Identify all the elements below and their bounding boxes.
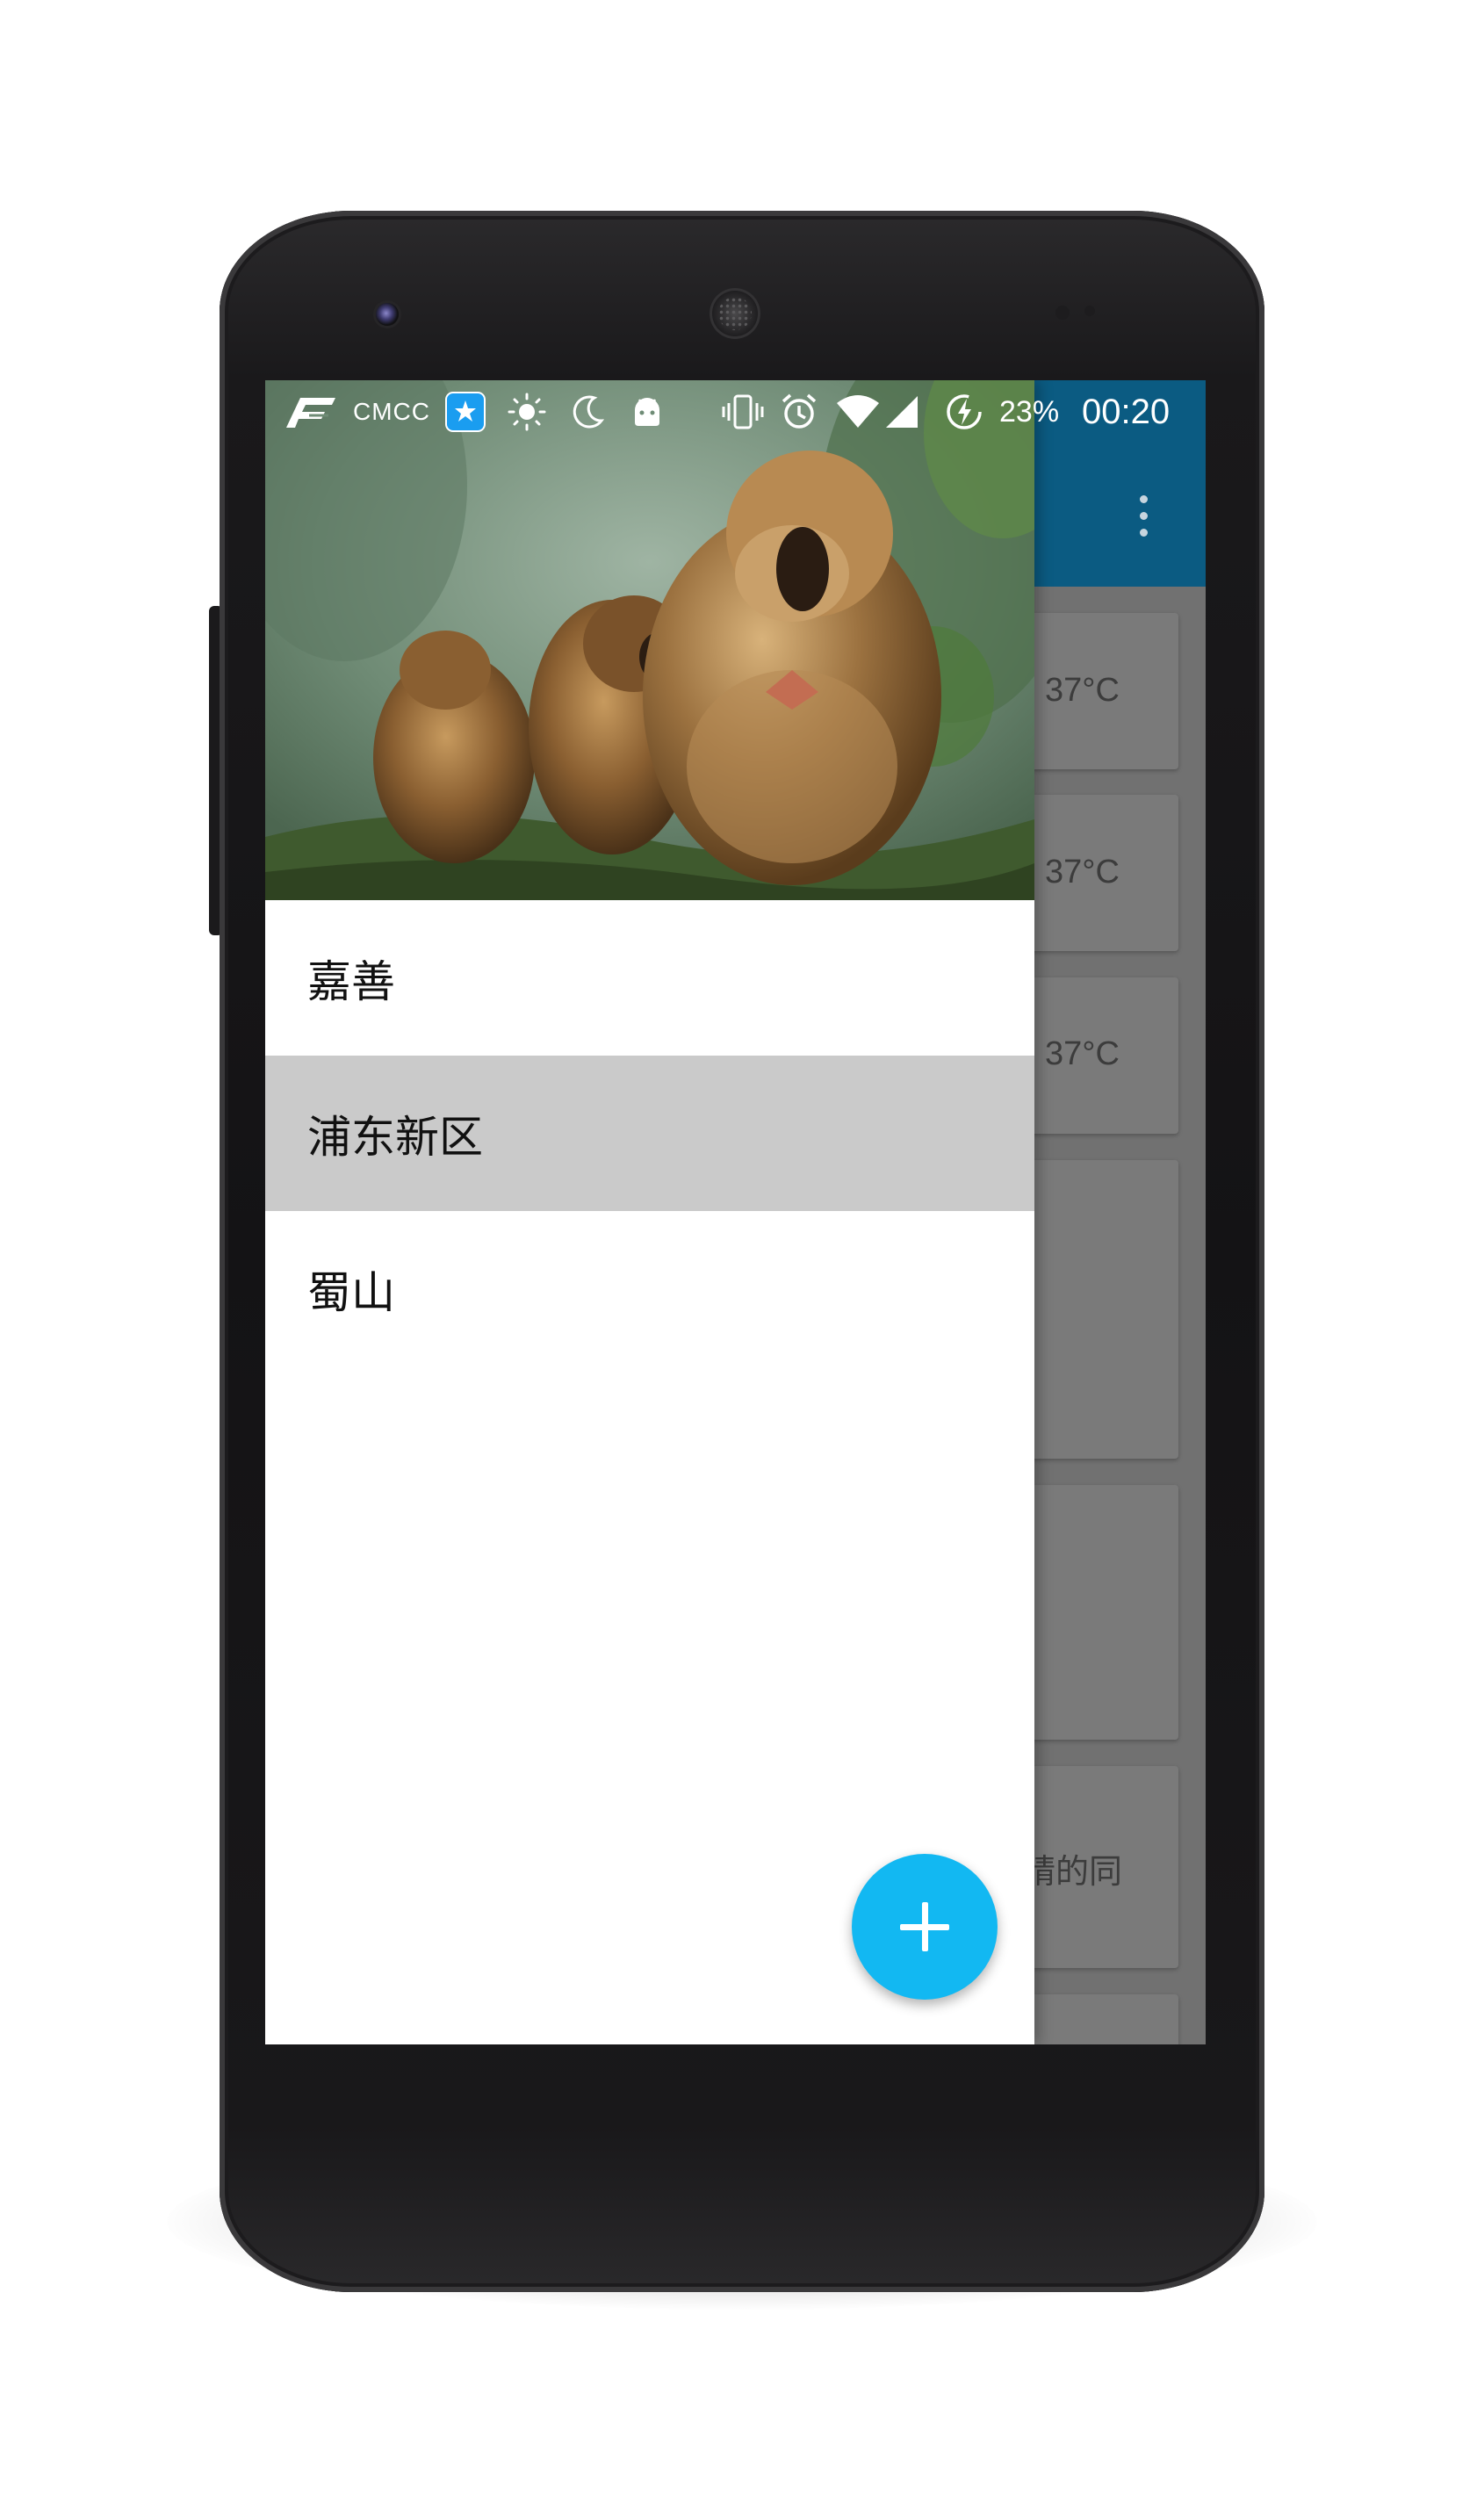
vibrate-icon [722,380,764,443]
drawer-item-shushan[interactable]: 蜀山 [265,1211,1034,1366]
light-sensor [1084,306,1095,316]
more-vert-icon[interactable] [1130,490,1156,543]
drawer-item-label: 蜀山 [307,1266,395,1318]
qq-notification-icon [445,380,486,443]
navigation-drawer: 嘉善 浦东新区 蜀山 [265,380,1034,2044]
cell-signal-icon [884,380,919,443]
wifi-icon [836,380,880,443]
status-bar: CMCC 23% 00:20 [265,380,1206,443]
card-description: 晴的同 [1022,1854,1123,1891]
earpiece-speaker [710,288,760,339]
drawer-item-label: 浦东新区 [307,1111,483,1163]
card-temperature: 37°C [1045,672,1120,709]
proximity-sensor [1055,306,1070,320]
card-temperature: 37°C [1045,854,1120,890]
night-mode-icon [568,380,607,443]
gelada-monkeys-photo [265,380,1034,900]
drawer-header-image [265,380,1034,900]
drawer-item-label: 嘉善 [307,955,395,1007]
battery-charging-icon [944,380,984,443]
clock-time: 00:20 [1082,392,1171,431]
drawer-item-pudong[interactable]: 浦东新区 [265,1056,1034,1211]
screen: 37°C 37°C 37°C 晴的同 嘉善 浦东新区 蜀山 CMCC 23% 0… [265,380,1206,2044]
android-icon [630,380,665,443]
add-city-button[interactable] [852,1854,998,2000]
carrier-name: CMCC [353,398,430,425]
drawer-item-jiashan[interactable]: 嘉善 [265,900,1034,1056]
carrier-logo-icon [283,380,337,443]
front-camera [376,303,399,326]
battery-percent: 23% [999,394,1060,429]
card-temperature: 37°C [1045,1035,1120,1072]
brightness-icon [507,380,547,443]
page: 37°C 37°C 37°C 晴的同 嘉善 浦东新区 蜀山 CMCC 23% 0… [0,0,1484,2509]
alarm-icon [779,380,819,443]
